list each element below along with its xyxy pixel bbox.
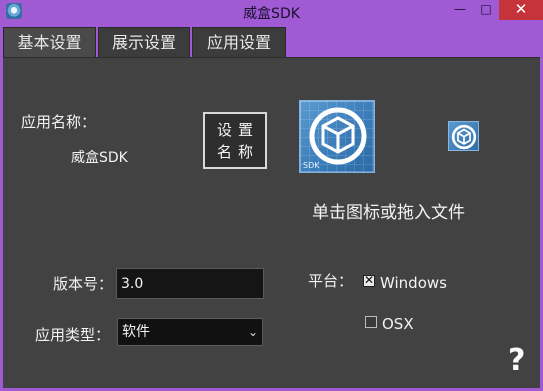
chevron-down-icon: ⌄ [247,325,258,339]
windows-checkbox[interactable]: ✕ [363,273,375,287]
minimize-button[interactable]: — [447,0,473,20]
sdk-icon-small-preview [448,121,479,151]
app-name-value: 威盒SDK [71,150,128,166]
sdk-icon-drop-target[interactable]: SDK [299,100,375,173]
check-mark-icon: ✕ [364,273,375,287]
sdk-icon-caption: SDK [303,161,320,170]
icon-drop-hint: 单击图标或拖入文件 [312,203,465,223]
osx-checkbox[interactable] [365,316,377,328]
close-button[interactable]: ✕ [499,0,543,20]
app-type-label: 应用类型： [35,326,111,344]
tab-app-settings[interactable]: 应用设置 [192,27,286,57]
app-type-select[interactable]: 软件 ⌄ [117,318,263,346]
cube-logo-small-icon [451,124,477,150]
osx-label: OSX [382,315,414,333]
title-bar: 威盒SDK — □ ✕ [0,0,543,24]
platform-label: 平台： [308,272,354,290]
tab-display-settings[interactable]: 展示设置 [98,27,190,57]
tab-strip: 基本设置 展示设置 应用设置 [3,27,540,57]
help-icon[interactable]: ? [508,343,525,378]
app-name-label: 应用名称： [21,113,97,131]
app-type-selected: 软件 [122,324,150,340]
maximize-button[interactable]: □ [473,0,499,20]
version-input[interactable] [116,268,264,299]
set-name-button[interactable]: 设置名称 [203,112,267,169]
cube-logo-icon [309,107,367,165]
tab-basic-settings[interactable]: 基本设置 [3,27,96,57]
app-window: 威盒SDK — □ ✕ 基本设置 展示设置 应用设置 应用名称： 威盒SDK 设… [0,0,543,391]
settings-panel: 应用名称： 威盒SDK 设置名称 SDK 单击图标或拖入文件 版本号： 3.0 … [3,57,540,388]
version-label: 版本号： [53,275,114,293]
windows-label: Windows [380,274,447,292]
